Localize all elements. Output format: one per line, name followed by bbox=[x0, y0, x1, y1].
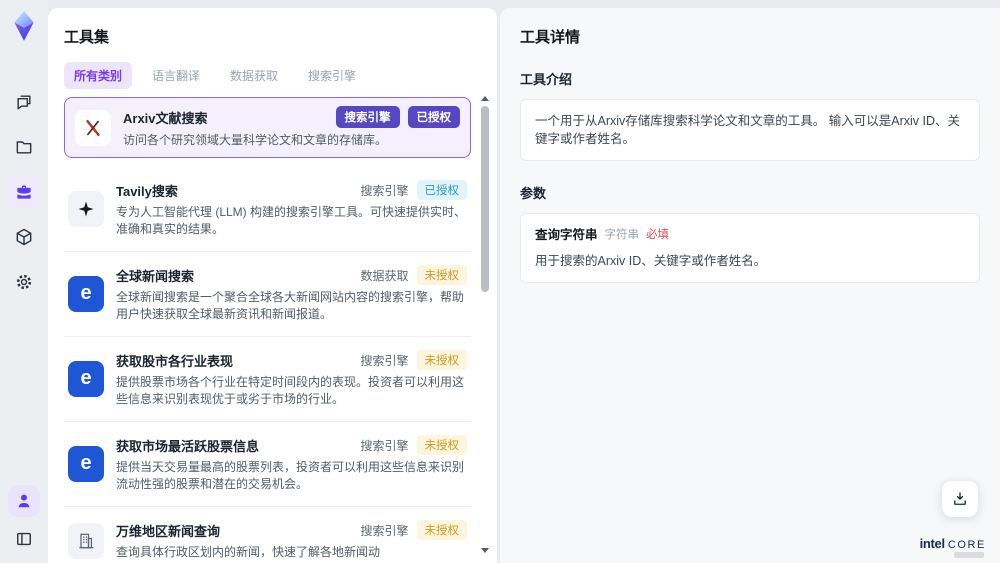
download-button[interactable] bbox=[942, 481, 978, 517]
sparkle-icon bbox=[68, 191, 104, 227]
tool-name: 万维地区新闻查询 bbox=[116, 523, 221, 539]
intro-heading: 工具介绍 bbox=[520, 72, 573, 87]
tool-name: 获取股市各行业表现 bbox=[116, 353, 234, 369]
tab-all-categories[interactable]: 所有类别 bbox=[64, 62, 133, 89]
sidebar-nav bbox=[8, 86, 40, 298]
tool-card-global-news[interactable]: e 全球新闻搜索 数据获取 未授权 全球新闻搜索是一个聚合全球各大新闻网站内容的… bbox=[64, 252, 471, 337]
toolbox-icon[interactable] bbox=[8, 176, 40, 208]
card-body: 全球新闻搜索 数据获取 未授权 全球新闻搜索是一个聚合全球各大新闻网站内容的搜索… bbox=[116, 265, 467, 323]
page-title: 工具集 bbox=[64, 29, 110, 46]
category-label: 搜索引擎 bbox=[360, 183, 409, 198]
sidebar bbox=[0, 0, 48, 563]
auth-status-badge: 未授权 bbox=[416, 350, 467, 370]
param-name: 查询字符串 bbox=[535, 228, 598, 242]
news-logo-icon: e bbox=[68, 446, 104, 482]
download-icon bbox=[954, 492, 966, 505]
user-icon[interactable] bbox=[8, 485, 40, 517]
category-chip: 搜索引擎 bbox=[335, 106, 400, 128]
tool-description: 提供当天交易量最高的股票列表，投资者可以利用这些信息来识别流动性强的股票和潜在的… bbox=[116, 460, 465, 491]
param-description: 用于搜索的Arxiv ID、关键字或作者姓名。 bbox=[535, 254, 767, 268]
param-required-flag: 必填 bbox=[646, 229, 670, 241]
tool-card-regional-news[interactable]: 万维地区新闻查询 搜索引擎 未授权 查询具体行政区划内的新闻，快速了解各地新闻动 bbox=[64, 507, 471, 563]
auth-status-badge: 未授权 bbox=[416, 435, 467, 455]
arxiv-logo-icon bbox=[75, 109, 111, 146]
tool-name: 全球新闻搜索 bbox=[116, 268, 195, 284]
intro-text-box: 一个用于从Arxiv存储库搜索科学论文和文章的工具。 输入可以是Arxiv ID… bbox=[520, 99, 980, 161]
settings-icon[interactable] bbox=[8, 266, 40, 298]
folder-icon[interactable] bbox=[8, 131, 40, 163]
tool-card-tavily[interactable]: Tavily搜索 搜索引擎 已授权 专为人工智能代理 (LLM) 构建的搜索引擎… bbox=[64, 167, 471, 252]
chat-icon[interactable] bbox=[8, 86, 40, 118]
app-logo-icon[interactable] bbox=[9, 8, 39, 44]
parameter-box: 查询字符串 字符串 必填 用于搜索的Arxiv ID、关键字或作者姓名。 bbox=[520, 213, 980, 283]
tab-language-translation[interactable]: 语言翻译 bbox=[142, 62, 210, 89]
category-label: 搜索引擎 bbox=[360, 523, 409, 538]
scroll-down-icon[interactable] bbox=[481, 548, 489, 553]
scrollbar-thumb[interactable] bbox=[481, 106, 489, 292]
tool-description: 专为人工智能代理 (LLM) 构建的搜索引擎工具。可快速提供实时、准确和真实的结… bbox=[116, 205, 467, 236]
tool-list: Arxiv文献搜索 搜索引擎 已授权 访问各个研究领域大量科学论文和文章的存储库… bbox=[64, 97, 471, 563]
card-body: 获取市场最活跃股票信息 搜索引擎 未授权 提供当天交易量最高的股票列表，投资者可… bbox=[116, 435, 467, 493]
tool-card-arxiv[interactable]: Arxiv文献搜索 搜索引擎 已授权 访问各个研究领域大量科学论文和文章的存储库… bbox=[64, 97, 471, 158]
layout-toggle-icon[interactable] bbox=[8, 523, 40, 555]
category-label: 搜索引擎 bbox=[360, 438, 409, 453]
sidebar-bottom bbox=[8, 485, 40, 555]
brand-core: core bbox=[947, 539, 986, 551]
auth-status-badge: 未授权 bbox=[416, 520, 467, 540]
news-logo-icon: e bbox=[68, 276, 104, 312]
card-body: 万维地区新闻查询 搜索引擎 未授权 查询具体行政区划内的新闻，快速了解各地新闻动 bbox=[116, 520, 467, 561]
tab-data-fetching[interactable]: 数据获取 bbox=[220, 62, 288, 89]
brand-intel: intel bbox=[919, 536, 946, 551]
details-title: 工具详情 bbox=[520, 29, 581, 46]
tool-card-active-stocks[interactable]: e 获取市场最活跃股票信息 搜索引擎 未授权 提供当天交易量最高的股票列表，投资… bbox=[64, 422, 471, 507]
tool-description: 提供股票市场各个行业在特定时间段内的表现。投资者可以利用这些信息来识别表现优于或… bbox=[116, 375, 465, 406]
tool-name: Arxiv文献搜索 bbox=[123, 110, 208, 126]
tab-search-engine[interactable]: 搜索引擎 bbox=[298, 62, 366, 89]
scrollbar[interactable] bbox=[480, 96, 490, 553]
params-heading: 参数 bbox=[520, 186, 547, 201]
category-label: 搜索引擎 bbox=[360, 353, 409, 368]
card-body: Tavily搜索 搜索引擎 已授权 专为人工智能代理 (LLM) 构建的搜索引擎… bbox=[116, 180, 467, 238]
auth-status-badge: 未授权 bbox=[416, 265, 467, 285]
card-body: Arxiv文献搜索 搜索引擎 已授权 访问各个研究领域大量科学论文和文章的存储库… bbox=[123, 106, 460, 149]
category-label: 数据获取 bbox=[360, 268, 409, 283]
param-type: 字符串 bbox=[604, 229, 640, 241]
auth-status-badge: 已授权 bbox=[416, 180, 467, 200]
brand-sub-chip bbox=[954, 552, 984, 558]
tool-name: Tavily搜索 bbox=[116, 183, 178, 199]
tool-description: 查询具体行政区划内的新闻，快速了解各地新闻动 bbox=[116, 545, 381, 559]
tool-card-industry-performance[interactable]: e 获取股市各行业表现 搜索引擎 未授权 提供股票市场各个行业在特定时间段内的表… bbox=[64, 337, 471, 422]
category-tabs: 所有类别 语言翻译 数据获取 搜索引擎 bbox=[64, 62, 481, 89]
news-logo-icon: e bbox=[68, 361, 104, 397]
card-body: 获取股市各行业表现 搜索引擎 未授权 提供股票市场各个行业在特定时间段内的表现。… bbox=[116, 350, 467, 408]
tool-description: 访问各个研究领域大量科学论文和文章的存储库。 bbox=[123, 133, 388, 147]
tools-panel: 工具集 所有类别 语言翻译 数据获取 搜索引擎 Arxiv文献搜索 搜索引擎 已… bbox=[48, 8, 497, 563]
auth-status-chip: 已授权 bbox=[407, 106, 460, 128]
tool-details-panel: 工具详情 工具介绍 一个用于从Arxiv存储库搜索科学论文和文章的工具。 输入可… bbox=[500, 8, 1000, 563]
cube-icon[interactable] bbox=[8, 221, 40, 253]
tool-description: 全球新闻搜索是一个聚合全球各大新闻网站内容的搜索引擎，帮助用户快速获取全球最新资… bbox=[116, 290, 465, 321]
intel-core-logo: intel core bbox=[920, 536, 986, 551]
app-root: 工具集 所有类别 语言翻译 数据获取 搜索引擎 Arxiv文献搜索 搜索引擎 已… bbox=[0, 0, 1000, 563]
tool-name: 获取市场最活跃股票信息 bbox=[116, 438, 260, 454]
scroll-up-icon[interactable] bbox=[481, 96, 489, 101]
building-icon bbox=[68, 522, 104, 559]
